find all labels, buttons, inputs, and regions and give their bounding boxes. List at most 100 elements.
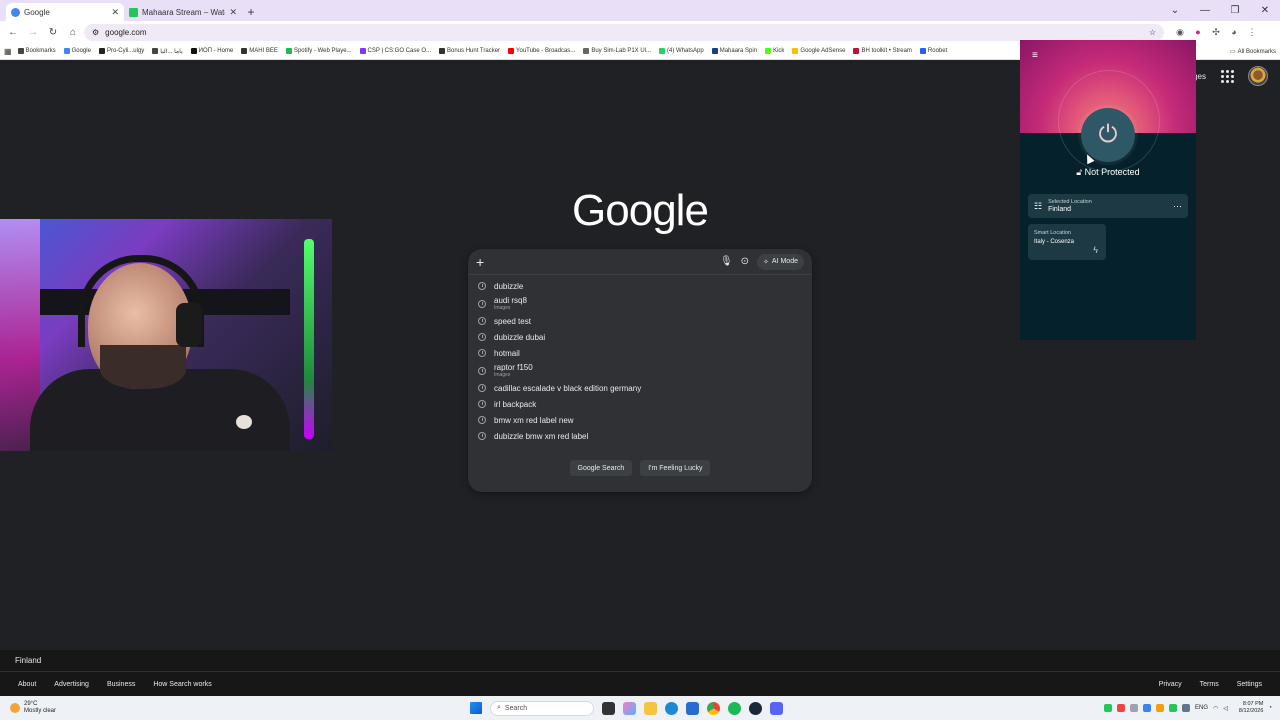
selected-location-card[interactable]: ☷ Selected Location Finland ⋯	[1028, 194, 1188, 218]
bookmark-item[interactable]: YouTube - Broadcas...	[508, 48, 575, 54]
file-explorer-icon[interactable]	[644, 701, 657, 715]
home-icon[interactable]: ⌂	[64, 23, 82, 41]
taskbar-search[interactable]: ⌕ Search	[490, 700, 594, 716]
tab-stream[interactable]: Mahaara Stream – Watch Live ... ✕	[124, 3, 242, 21]
google-search-button[interactable]: Google Search	[569, 460, 633, 476]
ai-mode-button[interactable]: ✧ AI Mode	[757, 253, 804, 270]
smart-location-card[interactable]: Smart Location Italy - Cosenza ϟ	[1028, 224, 1106, 260]
google-apps-icon[interactable]	[1220, 69, 1234, 83]
tray-app-icon[interactable]	[1182, 704, 1191, 712]
bookmark-item[interactable]: Kick	[765, 48, 784, 54]
suggestion-item[interactable]: dubizzle	[468, 278, 812, 294]
close-window-button[interactable]: ✕	[1250, 0, 1280, 21]
footer-link-settings[interactable]: Settings	[1237, 681, 1262, 688]
lens-camera-icon[interactable]: ⊙	[741, 256, 749, 267]
bookmark-item[interactable]: Mahaara Spin	[711, 48, 757, 54]
restore-button[interactable]: ❐	[1220, 0, 1250, 21]
footer-link-business[interactable]: Business	[107, 681, 135, 688]
suggestion-item[interactable]: hotmail	[468, 345, 812, 361]
protection-status: 🔓︎ Not Protected	[1020, 167, 1196, 178]
profile-avatar-icon[interactable]: ◕	[1226, 24, 1242, 40]
hamburger-menu-icon[interactable]: ≡	[1032, 51, 1041, 61]
clock[interactable]: 8:07 PM 8/12/2026	[1239, 701, 1263, 715]
tray-app-icon[interactable]	[1156, 704, 1165, 712]
steam-icon[interactable]	[749, 701, 762, 715]
tray-app-icon[interactable]	[1117, 704, 1126, 712]
volume-icon[interactable]: ◁	[1223, 705, 1228, 712]
bookmark-item[interactable]: Spotify - Web Playe...	[285, 48, 352, 54]
sparkle-search-icon: ✧	[763, 258, 769, 266]
tray-app-icon[interactable]	[1169, 704, 1178, 712]
tab-search-icon[interactable]: ⌄	[1160, 0, 1190, 21]
notification-bell-icon[interactable]: ◔	[1268, 705, 1272, 711]
bookmark-item[interactable]: BH toolkit • Stream	[853, 48, 912, 54]
footer-link-about[interactable]: About	[18, 681, 36, 688]
bookmark-item[interactable]: Bonus Hunt Tracker	[439, 48, 500, 54]
address-bar[interactable]: ⚙ google.com ☆	[84, 23, 1164, 41]
language-indicator[interactable]: ENG	[1195, 705, 1208, 711]
tray-app-icon[interactable]	[1130, 704, 1139, 712]
tab-close-icon[interactable]: ✕	[111, 7, 119, 18]
suggestion-item[interactable]: dubizzle dubai	[468, 329, 812, 345]
bookmark-item[interactable]: (4) WhatsApp	[659, 48, 704, 54]
apps-grid-icon[interactable]: ▦	[4, 47, 12, 56]
extensions-puzzle-icon[interactable]: ✣	[1208, 24, 1224, 40]
footer-link-advertising[interactable]: Advertising	[54, 681, 89, 688]
weather-widget[interactable]: 29°C Mostly clear	[0, 701, 470, 715]
suggestion-item[interactable]: irl backpack	[468, 396, 812, 412]
suggestion-item[interactable]: audi rsq8 Images	[468, 294, 812, 313]
site-info-icon[interactable]: ⚙	[92, 28, 99, 37]
all-bookmarks-button[interactable]: ▭ All Bookmarks	[1225, 43, 1276, 59]
bookmark-item[interactable]: Buy Sim-Lab P1X Ul...	[583, 48, 651, 54]
microphone-icon[interactable]: 🎙	[720, 256, 733, 267]
copilot-icon[interactable]	[623, 701, 636, 715]
suggestion-item[interactable]: cadillac escalade v black edition german…	[468, 380, 812, 396]
system-tray: ENG ◠ ◁ 8:07 PM 8/12/2026 ◔	[1104, 701, 1280, 715]
bookmark-favicon-icon	[439, 48, 446, 54]
store-icon[interactable]	[686, 701, 699, 715]
chrome-icon[interactable]	[707, 701, 720, 715]
spotify-icon[interactable]	[728, 701, 741, 715]
audio-extension-icon[interactable]: ◉	[1172, 24, 1188, 40]
bookmark-item[interactable]: Google AdSense	[792, 48, 845, 54]
feeling-lucky-button[interactable]: I'm Feeling Lucky	[640, 460, 711, 476]
search-input[interactable]	[496, 253, 712, 270]
url-text[interactable]: google.com	[105, 28, 1143, 37]
bookmark-star-icon[interactable]: ☆	[1149, 28, 1156, 37]
windows-taskbar: 29°C Mostly clear ⌕ Search ENG ◠ ◁ 8:07 …	[0, 696, 1280, 720]
bookmark-item[interactable]: Pro-Cyli...ulgy	[98, 48, 144, 54]
suggestion-item[interactable]: bmw xm red label new	[468, 412, 812, 428]
wifi-icon[interactable]: ◠	[1213, 705, 1218, 712]
bookmark-item[interactable]: Roobet	[919, 48, 947, 54]
bookmark-item[interactable]: MAHI BEE	[241, 48, 278, 54]
back-icon[interactable]: ←	[4, 23, 22, 41]
footer-link-how-search-works[interactable]: How Search works	[153, 681, 211, 688]
suggestion-item[interactable]: speed test	[468, 313, 812, 329]
bookmark-item[interactable]: ياما ...اليا	[152, 48, 183, 55]
more-options-icon[interactable]: ⋯	[1173, 201, 1182, 212]
reload-icon[interactable]: ↻	[44, 23, 62, 41]
bookmark-item[interactable]: Bookmarks	[17, 48, 56, 54]
tray-app-icon[interactable]	[1143, 704, 1152, 712]
bookmark-item[interactable]: CSP | CS:GO Case O...	[359, 48, 431, 54]
vpn-extension-icon[interactable]: ●	[1190, 24, 1206, 40]
suggestion-item[interactable]: dubizzle bmw xm red label	[468, 428, 812, 444]
discord-icon[interactable]	[770, 701, 783, 715]
bookmark-item[interactable]: ИОП - Home	[190, 48, 233, 54]
menu-dots-icon[interactable]: ⋮	[1244, 24, 1260, 40]
add-attachment-icon[interactable]: +	[476, 254, 488, 270]
footer-link-terms[interactable]: Terms	[1200, 681, 1219, 688]
task-view-icon[interactable]	[602, 701, 615, 715]
tab-google[interactable]: Google ✕	[6, 3, 124, 21]
forward-icon[interactable]: →	[24, 23, 42, 41]
tab-close-icon[interactable]: ✕	[229, 7, 237, 18]
tray-app-icon[interactable]	[1104, 704, 1113, 712]
footer-link-privacy[interactable]: Privacy	[1159, 681, 1182, 688]
bookmark-item[interactable]: Google	[63, 48, 91, 54]
suggestion-item[interactable]: raptor f150 Images	[468, 361, 812, 380]
windows-start-icon[interactable]	[470, 702, 482, 714]
edge-icon[interactable]	[665, 701, 678, 715]
account-avatar[interactable]	[1248, 66, 1268, 86]
minimize-button[interactable]: —	[1190, 0, 1220, 21]
new-tab-button[interactable]: +	[242, 3, 260, 21]
